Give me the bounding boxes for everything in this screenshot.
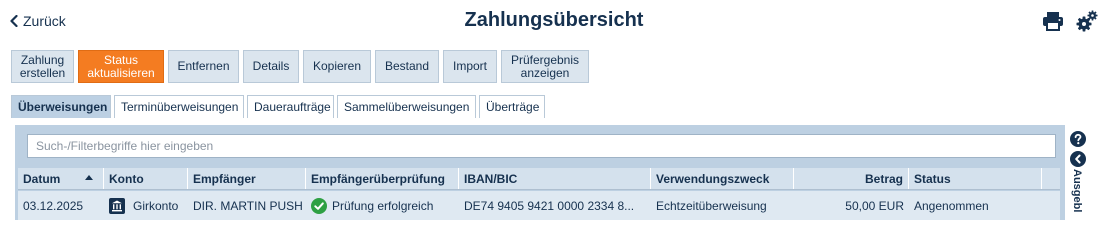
action-toolbar: Zahlung erstellen Status aktualisieren Ent… (11, 50, 589, 83)
inventory-button[interactable]: Bestand (375, 50, 439, 83)
cell-iban: DE74 9405 9421 0000 2334 8... (464, 198, 635, 213)
cell-status: Angenommen (914, 198, 989, 213)
sort-ascending-icon (85, 175, 93, 180)
tab-dauerauftraege[interactable]: Daueraufträge (247, 95, 334, 118)
column-header-betrag[interactable]: Betrag (794, 168, 909, 189)
tab-ueberweisungen[interactable]: Überweisungen (11, 95, 111, 118)
show-check-result-button[interactable]: Prüfergebnis anzeigen (501, 50, 589, 83)
chevron-left-icon (10, 15, 18, 27)
button-label: Details (252, 59, 290, 73)
cell-datum: 03.12.2025 (23, 198, 84, 213)
bank-icon (109, 197, 125, 214)
tab-sammelueberweisungen[interactable]: Sammelüberweisungen (337, 95, 476, 118)
search-input[interactable] (27, 134, 1056, 158)
page-title: Zahlungsübersicht (464, 9, 644, 31)
side-controls (1070, 131, 1086, 167)
create-payment-button[interactable]: Zahlung erstellen (11, 50, 74, 83)
payments-panel: Datum Konto Empfänger Empfängerüberprüfu… (15, 125, 1065, 220)
details-button[interactable]: Details (243, 50, 299, 83)
update-status-button[interactable]: Status aktualisieren (78, 50, 164, 83)
button-label: Status aktualisieren (87, 52, 155, 80)
tab-uebertraege[interactable]: Überträge (479, 95, 545, 118)
button-label: Kopieren (312, 59, 362, 73)
remove-button[interactable]: Entfernen (168, 50, 239, 83)
collapse-left-icon[interactable] (1070, 151, 1086, 167)
column-header-empfaenger[interactable]: Empfänger (188, 168, 306, 189)
column-header-datum[interactable]: Datum (18, 168, 104, 189)
gear-icon[interactable] (1076, 10, 1098, 32)
import-button[interactable]: Import (443, 50, 497, 83)
button-label: Import (453, 59, 488, 73)
account-name: Girkonto (133, 198, 179, 213)
column-header-konto[interactable]: Konto (104, 168, 188, 189)
hidden-columns-toggle[interactable]: Ausgebl (1071, 169, 1083, 212)
copy-button[interactable]: Kopieren (303, 50, 371, 83)
tab-terminueberweisungen[interactable]: Terminüberweisungen (114, 95, 244, 118)
back-label: Zurück (23, 13, 66, 29)
header-actions (1042, 10, 1098, 32)
cell-betrag: 50,00 EUR (845, 198, 904, 213)
button-label: Bestand (384, 59, 430, 73)
column-header-empfaengerueberpruefung[interactable]: Empfängerüberprüfung (306, 168, 459, 189)
button-label: Entfernen (177, 59, 230, 73)
button-label: Zahlung erstellen (19, 52, 66, 80)
verification-result: Prüfung erfolgreich (332, 198, 434, 213)
payment-type-tabs: Überweisungen Terminüberweisungen Dauera… (11, 95, 545, 118)
cell-empfaenger: DIR. MARTIN PUSH (193, 198, 303, 213)
back-link[interactable]: Zurück (10, 13, 66, 29)
cell-verwendungszweck: Echtzeitüberweisung (656, 198, 767, 213)
column-header-iban-bic[interactable]: IBAN/BIC (459, 168, 651, 189)
table-row[interactable]: 03.12.2025 Girkonto DIR. MARTIN PUSH Prü… (18, 191, 1060, 220)
table-header: Datum Konto Empfänger Empfängerüberprüfu… (18, 168, 1060, 190)
column-header-status[interactable]: Status (909, 168, 1042, 189)
cell-pruefung: Prüfung erfolgreich (306, 191, 459, 220)
cell-konto: Girkonto (104, 191, 188, 220)
column-header-verwendungszweck[interactable]: Verwendungszweck (651, 168, 794, 189)
button-label: Prüfergebnis anzeigen (510, 52, 580, 80)
print-icon[interactable] (1042, 11, 1064, 31)
help-icon[interactable] (1070, 131, 1086, 147)
check-circle-icon (311, 197, 327, 214)
